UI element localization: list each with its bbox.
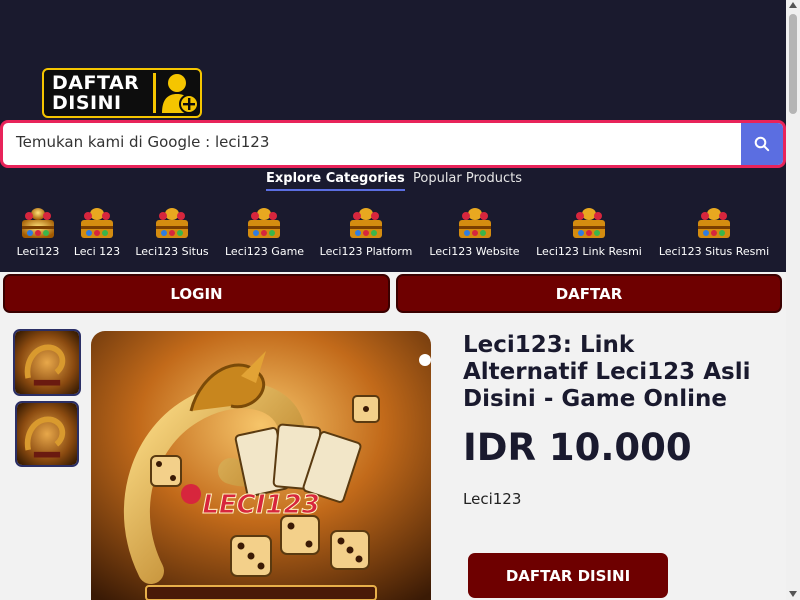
logo-line-2: DISINI bbox=[52, 92, 122, 114]
scroll-thumb[interactable] bbox=[789, 14, 797, 114]
scroll-up-arrow-icon[interactable] bbox=[789, 2, 797, 8]
tab-explore-categories[interactable]: Explore Categories bbox=[266, 171, 405, 191]
category-item-leci123-situs[interactable]: Leci123 Situs bbox=[135, 204, 209, 258]
category-label: Leci 123 bbox=[73, 245, 121, 258]
treasure-chest-icon bbox=[77, 204, 117, 242]
scrollbar[interactable] bbox=[786, 0, 800, 600]
category-label: Leci123 Website bbox=[429, 245, 520, 258]
product-thumbnail-2[interactable] bbox=[15, 401, 79, 467]
search-icon bbox=[754, 136, 770, 152]
treasure-chest-icon bbox=[152, 204, 192, 242]
product-title: Leci123: Link Alternatif Leci123 Asli Di… bbox=[463, 332, 751, 412]
product-thumbnail-1[interactable] bbox=[13, 329, 81, 396]
logo-text: DAFTAR DISINI bbox=[44, 73, 149, 113]
logo-separator bbox=[153, 73, 156, 113]
category-item-leci123-situs-resmi[interactable]: Leci123 Situs Resmi bbox=[658, 204, 770, 258]
header: DAFTAR DISINI Temukan kami di Google : l… bbox=[0, 0, 786, 272]
scroll-down-arrow-icon[interactable] bbox=[789, 591, 797, 597]
category-label: Leci123 Situs Resmi bbox=[658, 245, 770, 258]
category-item-leci123-platform[interactable]: Leci123 Platform bbox=[319, 204, 413, 258]
category-label: Leci123 Situs bbox=[135, 245, 209, 258]
daftar-button[interactable]: DAFTAR bbox=[396, 274, 782, 313]
treasure-chest-icon bbox=[346, 204, 386, 242]
category-tabs: Explore Categories Popular Products bbox=[0, 168, 786, 194]
product-brand: Leci123 bbox=[463, 490, 522, 508]
search-button[interactable] bbox=[741, 123, 783, 165]
category-item-leci123-website[interactable]: Leci123 Website bbox=[429, 204, 520, 258]
category-item-leci-123[interactable]: Leci 123 bbox=[73, 204, 121, 258]
daftar-disini-logo[interactable]: DAFTAR DISINI bbox=[42, 68, 202, 118]
category-item-leci123[interactable]: Leci123 bbox=[16, 204, 60, 258]
tab-popular-products[interactable]: Popular Products bbox=[413, 171, 522, 186]
logo-line-1: DAFTAR bbox=[52, 72, 140, 94]
carousel-dot[interactable] bbox=[419, 354, 431, 366]
treasure-chest-icon bbox=[18, 204, 58, 242]
treasure-chest-icon bbox=[569, 204, 609, 242]
search-input[interactable]: Temukan kami di Google : leci123 bbox=[16, 133, 269, 151]
user-plus-icon bbox=[160, 71, 200, 115]
search-bar[interactable]: Temukan kami di Google : leci123 bbox=[0, 120, 786, 168]
product-main-image[interactable]: LECI123 bbox=[91, 331, 431, 600]
category-item-leci123-link-resmi[interactable]: Leci123 Link Resmi bbox=[536, 204, 642, 258]
category-label: Leci123 Game bbox=[225, 245, 305, 258]
image-watermark: LECI123 bbox=[202, 490, 319, 520]
treasure-chest-icon bbox=[244, 204, 284, 242]
treasure-chest-icon bbox=[694, 204, 734, 242]
treasure-chest-icon bbox=[455, 204, 495, 242]
category-label: Leci123 Link Resmi bbox=[536, 245, 642, 258]
daftar-disini-button[interactable]: DAFTAR DISINI bbox=[468, 553, 668, 598]
login-button[interactable]: LOGIN bbox=[3, 274, 390, 313]
product-price: IDR 10.000 bbox=[463, 426, 692, 469]
category-label: Leci123 Platform bbox=[319, 245, 413, 258]
category-label: Leci123 bbox=[16, 245, 60, 258]
category-item-leci123-game[interactable]: Leci123 Game bbox=[225, 204, 305, 258]
